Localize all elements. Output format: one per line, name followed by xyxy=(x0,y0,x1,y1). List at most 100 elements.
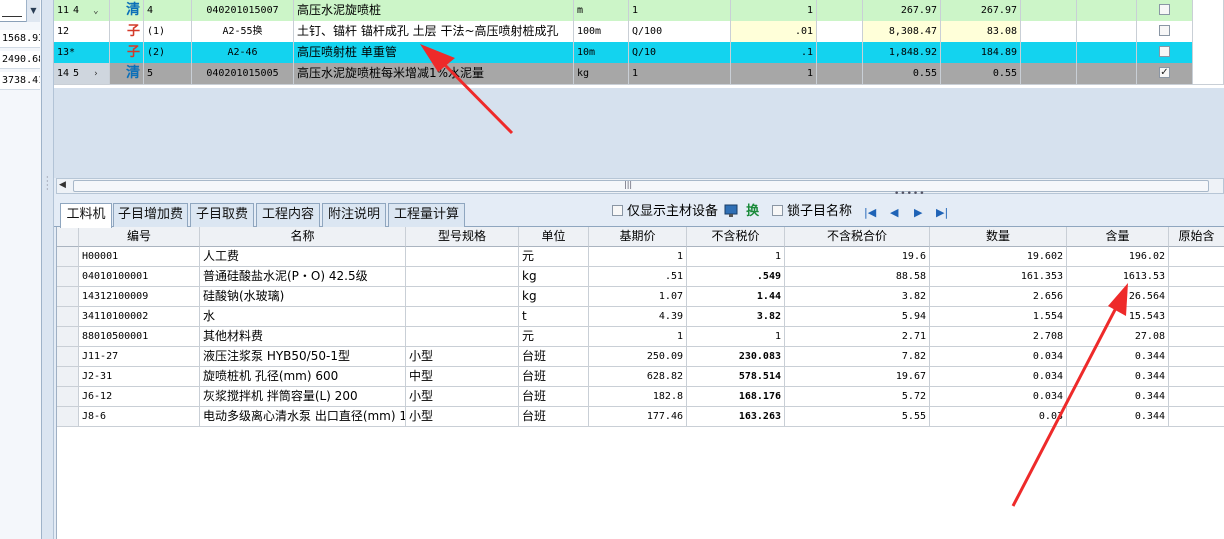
price-cell[interactable]: .549 xyxy=(687,267,785,287)
chevron-right-icon[interactable]: › xyxy=(93,69,98,79)
orig-content-cell[interactable] xyxy=(1169,287,1224,307)
content-cell[interactable]: 196.02 xyxy=(1067,247,1169,267)
unit-cell[interactable]: 台班 xyxy=(519,347,589,367)
checkbox-cell[interactable]: ✓ xyxy=(1137,63,1193,85)
column-header[interactable]: 单位 xyxy=(519,227,589,247)
name-cell[interactable]: 旋喷桩机 孔径(mm) 600 xyxy=(200,367,406,387)
qty-cell[interactable]: 0.03 xyxy=(930,407,1067,427)
unit-cell[interactable]: 台班 xyxy=(519,407,589,427)
item-row[interactable]: 14 5 › 清 5 040201015005 高压水泥旋喷桩每米增减1%水泥量 kg 1 1 0.… xyxy=(54,63,1224,85)
base-price-cell[interactable]: 4.39 xyxy=(589,307,687,327)
horizontal-scrollbar[interactable]: ◀ ||| xyxy=(56,178,1224,194)
tab-work-content[interactable]: 工程内容 xyxy=(256,203,320,227)
checkbox-icon[interactable] xyxy=(772,205,783,216)
checkbox-icon[interactable] xyxy=(1159,4,1170,15)
qty-cell[interactable]: 1.554 xyxy=(930,307,1067,327)
qty-cell[interactable]: 0.034 xyxy=(930,367,1067,387)
checkbox-icon[interactable]: ✓ xyxy=(1159,67,1170,78)
orig-content-cell[interactable] xyxy=(1169,347,1224,367)
base-price-cell[interactable]: 250.09 xyxy=(589,347,687,367)
code-cell[interactable]: J11-27 xyxy=(79,347,200,367)
code-cell[interactable]: J2-31 xyxy=(79,367,200,387)
price-cell[interactable]: 230.083 xyxy=(687,347,785,367)
code-cell[interactable]: J6-12 xyxy=(79,387,200,407)
orig-content-cell[interactable] xyxy=(1169,367,1224,387)
qty-cell[interactable]: 19.602 xyxy=(930,247,1067,267)
tab-fee-rates[interactable]: 子目取费 xyxy=(190,203,254,227)
spec-cell[interactable]: 小型 xyxy=(406,387,519,407)
total-cell[interactable]: 19.6 xyxy=(785,247,930,267)
base-price-cell[interactable]: .51 xyxy=(589,267,687,287)
price-cell[interactable]: 1.44 xyxy=(687,287,785,307)
table-row[interactable]: 34110100002 水 t 4.39 3.82 5.94 1.554 15.543 xyxy=(57,307,1224,327)
column-header[interactable]: 编号 xyxy=(79,227,200,247)
base-price-cell[interactable]: 1 xyxy=(589,327,687,347)
column-header[interactable]: 不含税合价 xyxy=(785,227,930,247)
checkbox-icon[interactable] xyxy=(612,205,623,216)
table-row[interactable]: J6-12 灰浆搅拌机 拌筒容量(L) 200 小型 台班 182.8 168.176 5.… xyxy=(57,387,1224,407)
checkbox-cell[interactable] xyxy=(1137,21,1193,43)
table-row[interactable]: J11-27 液压注浆泵 HYB50/50-1型 小型 台班 250.09 230.083… xyxy=(57,347,1224,367)
replace-button[interactable]: 换 xyxy=(724,203,759,221)
content-cell[interactable]: 26.564 xyxy=(1067,287,1169,307)
checkbox-icon[interactable] xyxy=(1159,25,1170,36)
tab-quantity-calc[interactable]: 工程量计算 xyxy=(388,203,465,227)
spec-cell[interactable]: 小型 xyxy=(406,407,519,427)
column-header[interactable]: 数量 xyxy=(930,227,1067,247)
column-header[interactable]: 名称 xyxy=(200,227,406,247)
item-row[interactable]: 12 子 (1) A2-55换 土钉、锚杆 锚杆成孔 土层 干法~高压喷射桩成孔 100m… xyxy=(54,21,1224,43)
column-header[interactable]: 不含税价 xyxy=(687,227,785,247)
base-price-cell[interactable]: 1 xyxy=(589,247,687,267)
content-cell[interactable]: 0.344 xyxy=(1067,387,1169,407)
content-cell[interactable]: 27.08 xyxy=(1067,327,1169,347)
spec-cell[interactable] xyxy=(406,307,519,327)
total-cell[interactable]: 88.58 xyxy=(785,267,930,287)
base-price-cell[interactable]: 628.82 xyxy=(589,367,687,387)
chevron-down-icon[interactable]: ⌄ xyxy=(93,6,98,16)
last-record-icon[interactable]: ▶| xyxy=(936,206,948,219)
code-cell[interactable]: 34110100002 xyxy=(79,307,200,327)
first-record-icon[interactable]: |◀ xyxy=(864,206,876,219)
total-cell[interactable]: 5.55 xyxy=(785,407,930,427)
spec-cell[interactable] xyxy=(406,247,519,267)
tab-extra-fees[interactable]: 子目增加费 xyxy=(113,203,188,227)
item-row[interactable]: 13* 子 (2) A2-46 高压喷射桩 单重管 10m Q/10.1 1,848.92 18… xyxy=(54,42,1224,64)
orig-content-cell[interactable] xyxy=(1169,307,1224,327)
checkbox-cell[interactable] xyxy=(1137,0,1193,22)
checkbox-cell[interactable] xyxy=(1137,42,1193,64)
base-price-cell[interactable]: 177.46 xyxy=(589,407,687,427)
content-cell[interactable]: 0.344 xyxy=(1067,367,1169,387)
name-cell[interactable]: 人工费 xyxy=(200,247,406,267)
qty-cell[interactable]: 2.656 xyxy=(930,287,1067,307)
qty-cell[interactable]: 161.353 xyxy=(930,267,1067,287)
price-cell[interactable]: 578.514 xyxy=(687,367,785,387)
total-cell[interactable]: 19.67 xyxy=(785,367,930,387)
price-cell[interactable]: 1 xyxy=(687,247,785,267)
price-cell[interactable]: 1 xyxy=(687,327,785,347)
total-cell[interactable]: 5.72 xyxy=(785,387,930,407)
scroll-thumb[interactable]: ||| xyxy=(73,180,1209,192)
name-cell[interactable]: 其他材料费 xyxy=(200,327,406,347)
name-cell[interactable]: 灰浆搅拌机 拌筒容量(L) 200 xyxy=(200,387,406,407)
spec-cell[interactable]: 小型 xyxy=(406,347,519,367)
column-header[interactable]: 含量 xyxy=(1067,227,1169,247)
content-cell[interactable]: 15.543 xyxy=(1067,307,1169,327)
total-cell[interactable]: 7.82 xyxy=(785,347,930,367)
checkbox-icon[interactable] xyxy=(1159,46,1170,57)
unit-cell[interactable]: t xyxy=(519,307,589,327)
tab-labor-materials[interactable]: 工料机 xyxy=(60,203,112,228)
total-cell[interactable]: 2.71 xyxy=(785,327,930,347)
scroll-left-icon[interactable]: ◀ xyxy=(59,180,66,190)
tab-notes[interactable]: 附注说明 xyxy=(322,203,386,227)
unit-cell[interactable]: 台班 xyxy=(519,367,589,387)
spec-cell[interactable] xyxy=(406,327,519,347)
vertical-splitter[interactable]: · · · · xyxy=(42,0,54,539)
table-row[interactable]: 04010100001 普通硅酸盐水泥(P・O) 42.5级 kg .51.549 88… xyxy=(57,267,1224,287)
table-row[interactable]: 88010500001 其他材料费元 1 1 2.71 2.708 27.08 xyxy=(57,327,1224,347)
spec-cell[interactable] xyxy=(406,267,519,287)
unit-cell[interactable]: kg xyxy=(519,267,589,287)
table-row[interactable]: J8-6 电动多级离心清水泵 出口直径(mm) 100 小型 台班 177.46 163.… xyxy=(57,407,1224,427)
code-cell[interactable]: J8-6 xyxy=(79,407,200,427)
qty-cell[interactable]: 0.034 xyxy=(930,387,1067,407)
code-cell[interactable]: 88010500001 xyxy=(79,327,200,347)
